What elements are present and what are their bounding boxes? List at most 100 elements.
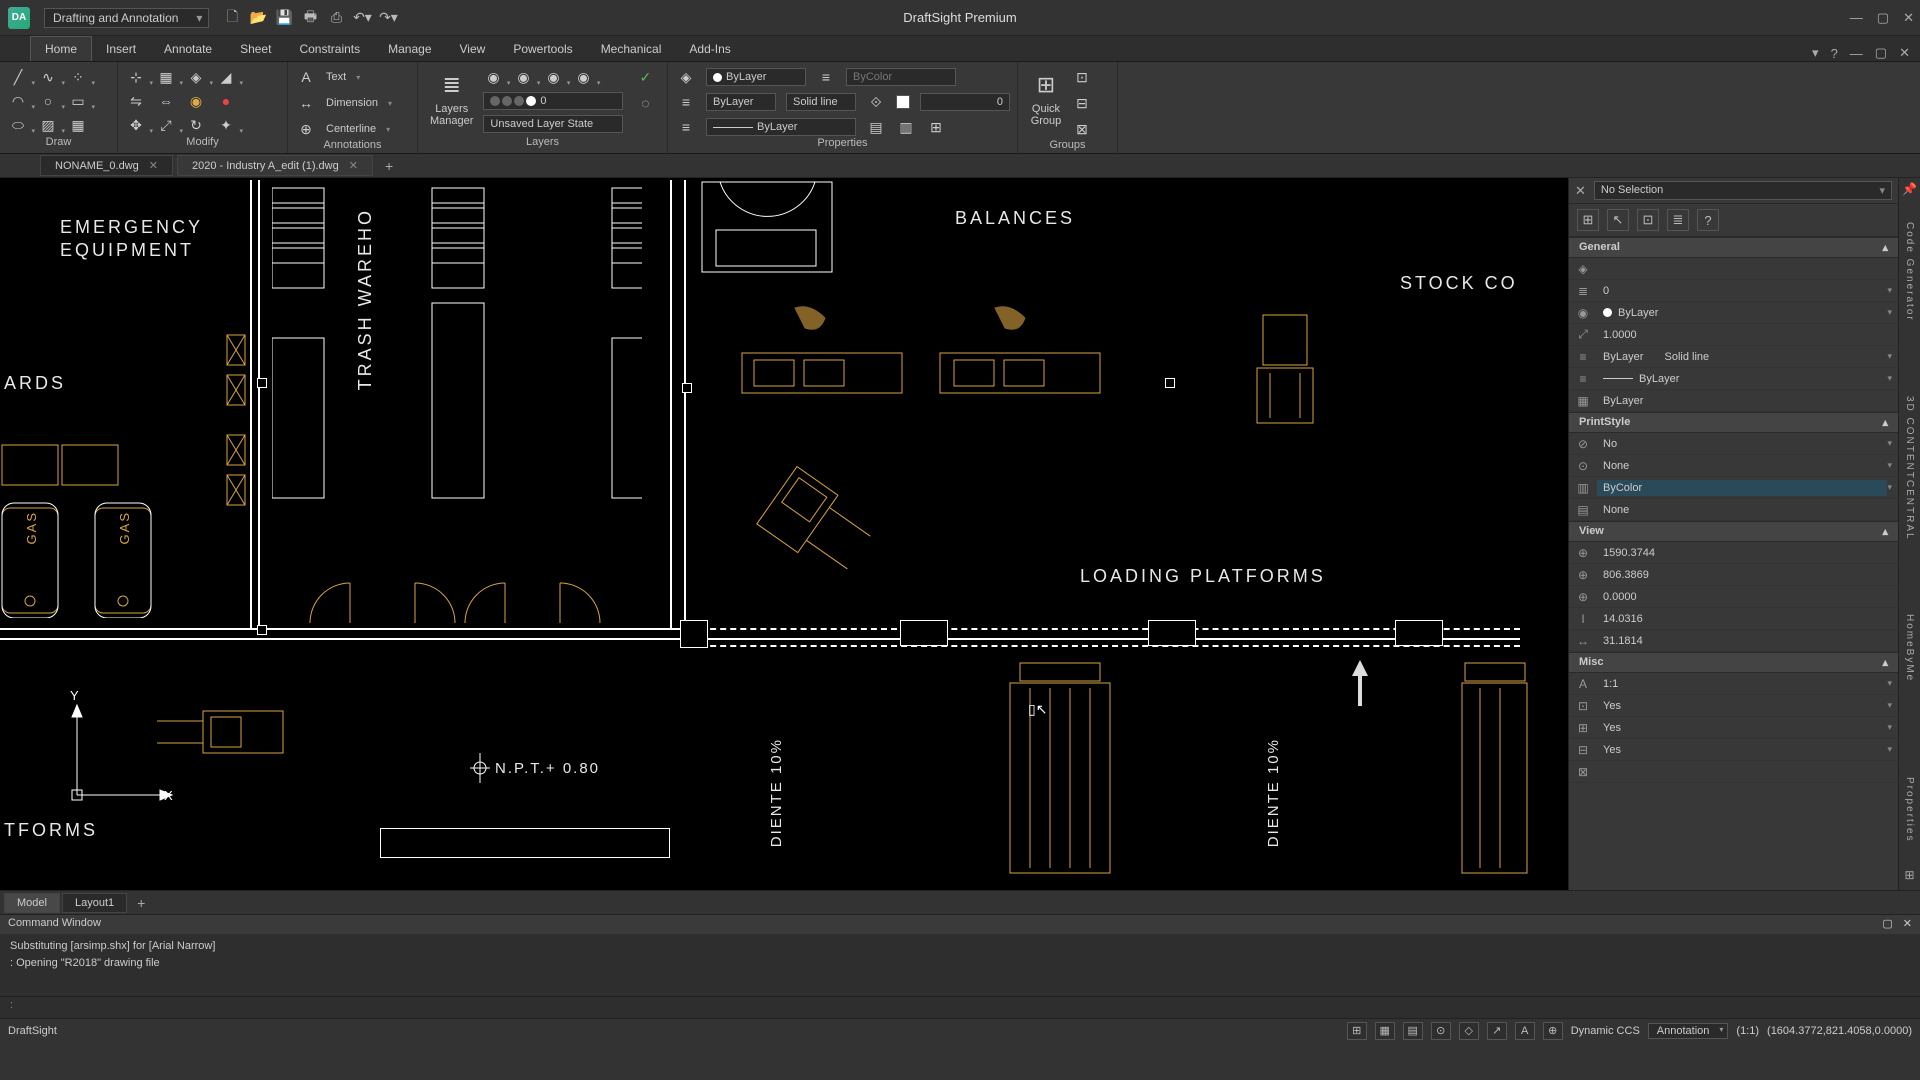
new-icon[interactable]: 🗋 [223,9,241,27]
selection-filter[interactable]: No Selection ▾ [1594,181,1892,200]
prop-cz[interactable]: 0.0000 [1597,589,1898,605]
prop-m4[interactable]: Yes [1597,742,1887,758]
list3-icon[interactable]: ⊞ [926,117,946,137]
prop-m2[interactable]: Yes [1597,698,1887,714]
layers-manager-button[interactable]: ≣Layers Manager [426,67,477,129]
grp1-icon[interactable]: ⊡ [1072,67,1092,87]
offset-icon[interactable]: ⇔ [156,91,176,111]
prop-color-val[interactable] [1597,267,1898,271]
add-tab-button[interactable]: + [377,155,401,177]
section-general[interactable]: General▴ [1569,237,1898,258]
prop-linecolor-val[interactable]: ByLayer [1597,305,1887,321]
cmd-close-icon[interactable]: ✕ [1903,917,1912,932]
prop-layer-val[interactable]: 0 [1597,283,1887,299]
tab-manage[interactable]: Manage [374,37,445,61]
prop-m1[interactable]: 1:1 [1597,676,1887,692]
help-icon[interactable]: ? [1831,46,1838,61]
layer-tool2-icon[interactable]: ◉ [513,67,533,87]
list2-icon[interactable]: ▥ [896,117,916,137]
lw-selector[interactable]: ByLayer [706,118,856,136]
doc-minimize-icon[interactable]: — [1850,46,1863,61]
grp2-icon[interactable]: ⊟ [1072,93,1092,113]
layer-state-selector[interactable]: Unsaved Layer State [483,115,623,133]
rail-grid-icon[interactable]: ⊞ [1904,868,1914,882]
st-track-icon[interactable]: ↗ [1487,1022,1507,1040]
centerline-icon[interactable]: ⊕ [296,119,316,139]
layer-selector[interactable]: 0 [483,92,623,110]
prop-w[interactable]: 31.1814 [1597,633,1898,649]
st-polar-icon[interactable]: ⊙ [1431,1022,1451,1040]
transparency-input[interactable]: 0 [920,93,1010,111]
props-tool1-icon[interactable]: ⊞ [1577,209,1599,231]
rail3-label[interactable]: HomeByMe [1904,614,1915,682]
dimension-label[interactable]: Dimension [326,97,378,109]
cmd-max-icon[interactable]: ▢ [1882,917,1892,932]
props-close-icon[interactable]: ✕ [1575,183,1586,199]
section-misc[interactable]: Misc▴ [1569,652,1898,673]
move-icon[interactable]: ✥ [126,115,146,135]
doc-close-icon[interactable]: ✕ [1899,45,1910,61]
doc-tab-1[interactable]: NONAME_0.dwg✕ [40,155,173,176]
yellow-icon[interactable]: ◉ [186,91,206,111]
st-lw-icon[interactable]: A [1515,1022,1535,1040]
mirror-icon[interactable]: ⇋ [126,91,146,111]
prop-pr2[interactable]: None [1597,458,1887,474]
command-input[interactable]: : [0,996,1920,1018]
point-icon[interactable]: ⁘ [68,67,88,87]
props-help-icon[interactable]: ? [1697,209,1719,231]
color-icon[interactable]: ◈ [676,67,696,87]
prop-scale-val[interactable]: 1.0000 [1597,327,1898,343]
tab-powertools[interactable]: Powertools [499,37,586,61]
tab-mechanical[interactable]: Mechanical [587,37,676,61]
layer-tool3-icon[interactable]: ◉ [543,67,563,87]
saveas-icon[interactable]: 🖶 [301,9,319,27]
section-view[interactable]: View▴ [1569,521,1898,542]
tab-annotate[interactable]: Annotate [150,37,226,61]
section-printstyle[interactable]: PrintStyle▴ [1569,412,1898,433]
workspace-selector[interactable]: Drafting and Annotation [44,8,209,28]
minimize-icon[interactable]: — [1850,10,1863,26]
status-dccs[interactable]: Dynamic CCS [1571,1025,1640,1037]
quick-group-button[interactable]: ⊞Quick Group [1026,67,1066,129]
prop-cy[interactable]: 806.3869 [1597,567,1898,583]
bycolor-selector[interactable]: ByColor [846,68,956,86]
tab-view[interactable]: View [446,37,500,61]
close-icon[interactable]: ✕ [1903,10,1914,26]
tab-addins[interactable]: Add-Ins [675,37,744,61]
tab-insert[interactable]: Insert [92,37,150,61]
prop-ps-val[interactable]: ByLayer [1597,393,1898,409]
prop-pr3[interactable]: ByColor [1597,480,1887,496]
prop-pr1[interactable]: No [1597,436,1887,452]
tab-layout1[interactable]: Layout1 [62,893,127,913]
hatch-icon[interactable]: ▦ [68,115,88,135]
text-label[interactable]: Text [326,71,346,83]
undo-icon[interactable]: ↶▾ [353,9,371,27]
rail2-label[interactable]: 3D CONTENTCENTRAL [1904,396,1915,541]
tab-home[interactable]: Home [30,36,92,61]
layer-tool1-icon[interactable]: ◉ [483,67,503,87]
line-icon[interactable]: ╱ [8,67,28,87]
close-tab1-icon[interactable]: ✕ [149,159,158,172]
match-icon[interactable]: ⟐ [866,92,886,112]
dimension-icon[interactable]: ↔ [296,93,316,113]
scale-icon[interactable]: ⤢ [156,115,176,135]
text-icon[interactable]: A [296,67,316,87]
status-annotation[interactable]: Annotation [1648,1023,1729,1039]
print-icon[interactable]: ⎙ [327,9,345,27]
centerline-label[interactable]: Centerline [326,123,376,135]
polyline-icon[interactable]: ∿ [38,67,58,87]
arc-icon[interactable]: ◠ [8,91,28,111]
prop-lw-val[interactable]: ByLayer [1597,371,1887,387]
lt-icon[interactable]: ≡ [676,92,696,112]
doc-maximize-icon[interactable]: ▢ [1875,45,1887,61]
layer-check-icon[interactable]: ✓ [635,67,655,87]
rail1-label[interactable]: Code Generator [1904,222,1915,322]
prop-pr4[interactable]: None [1597,502,1898,518]
st-ortho-icon[interactable]: ▤ [1403,1022,1423,1040]
app-logo[interactable]: DA [8,7,30,29]
menu-dropdown-icon[interactable]: ▾ [1812,45,1819,61]
props-tool3-icon[interactable]: ⊡ [1637,209,1659,231]
st-dyn-icon[interactable]: ⊕ [1543,1022,1563,1040]
prop-h[interactable]: 14.0316 [1597,611,1898,627]
drawing-canvas[interactable]: EMERGENCY EQUIPMENT ARDS TRASH WAREHO BA… [0,178,1568,890]
